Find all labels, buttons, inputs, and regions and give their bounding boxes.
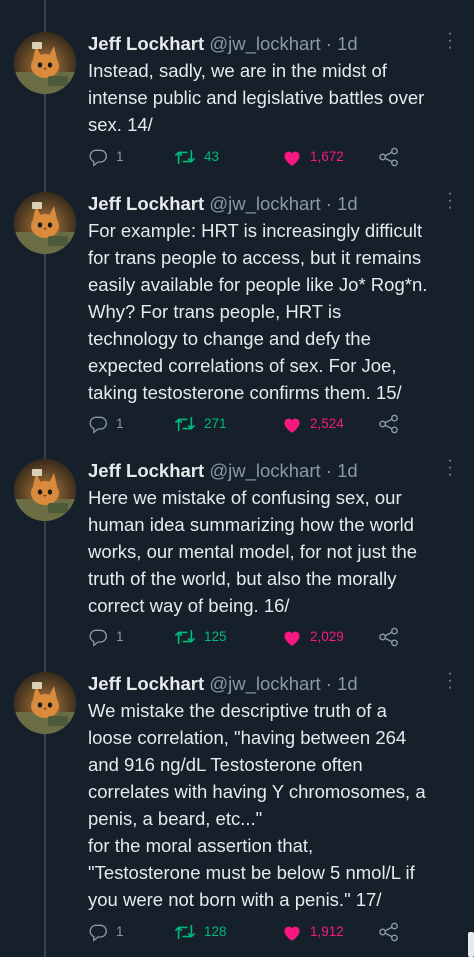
share-button[interactable] (378, 146, 400, 168)
retweet-button[interactable]: 271 (174, 413, 227, 435)
share-icon (378, 627, 400, 647)
retweet-count: 128 (204, 924, 227, 939)
tweet-text: For example: HRT is increasingly difficu… (88, 220, 428, 403)
retweet-button[interactable]: 43 (174, 146, 219, 168)
retweet-count: 271 (204, 416, 227, 431)
like-count: 1,912 (310, 924, 344, 939)
like-button[interactable]: 1,672 (282, 146, 344, 168)
heart-icon (282, 415, 302, 434)
scrollbar-thumb[interactable] (468, 932, 474, 957)
reply-button[interactable]: 1 (88, 146, 124, 168)
reply-count: 1 (116, 149, 124, 164)
more-vertical-icon[interactable]: · · · (442, 453, 458, 483)
tweet-timestamp[interactable]: 1d (337, 193, 358, 214)
like-count: 1,672 (310, 149, 344, 164)
author-name[interactable]: Jeff Lockhart (88, 193, 204, 214)
like-button[interactable]: 1,912 (282, 921, 344, 943)
like-count: 2,029 (310, 629, 344, 644)
avatar[interactable] (14, 459, 76, 521)
retweet-icon (174, 627, 196, 647)
tweet-text: Instead, sadly, we are in the midst of i… (88, 60, 425, 135)
share-button[interactable] (378, 413, 400, 435)
heart-icon (282, 923, 302, 942)
heart-icon (282, 628, 302, 647)
tweet-timestamp[interactable]: 1d (337, 33, 358, 54)
like-count: 2,524 (310, 416, 344, 431)
retweet-icon (174, 414, 196, 434)
more-vertical-icon[interactable]: · · · (442, 666, 458, 696)
share-icon (378, 922, 400, 942)
reply-icon (88, 627, 108, 647)
share-icon (378, 147, 400, 167)
like-button[interactable]: 2,029 (282, 626, 344, 648)
share-button[interactable] (378, 626, 400, 648)
tweet-header: Jeff Lockhart @jw_lockhart · 1d (88, 459, 358, 483)
retweet-button[interactable]: 125 (174, 626, 227, 648)
reply-count: 1 (116, 416, 124, 431)
tweet-timestamp[interactable]: 1d (337, 460, 358, 481)
reply-icon (88, 414, 108, 434)
header-separator: · (325, 460, 332, 481)
reply-count: 1 (116, 924, 124, 939)
tweet-header: Jeff Lockhart @jw_lockhart · 1d (88, 672, 358, 696)
reply-button[interactable]: 1 (88, 626, 124, 648)
share-icon (378, 414, 400, 434)
tweet-header: Jeff Lockhart @jw_lockhart · 1d (88, 192, 358, 216)
retweet-count: 43 (204, 149, 220, 164)
reply-count: 1 (116, 629, 124, 644)
thread-timeline: Jeff Lockhart @jw_lockhart · 1d · · · Inst… (0, 0, 474, 957)
tweet-timestamp[interactable]: 1d (337, 673, 358, 694)
retweet-button[interactable]: 128 (174, 921, 227, 943)
reply-icon (88, 922, 108, 942)
heart-icon (282, 148, 302, 167)
retweet-icon (174, 922, 196, 942)
more-vertical-icon[interactable]: · · · (442, 186, 458, 216)
tweet-actions: 1 128 1,912 (88, 921, 408, 943)
reply-icon (88, 147, 108, 167)
reply-button[interactable]: 1 (88, 413, 124, 435)
avatar[interactable] (14, 32, 76, 94)
author-name[interactable]: Jeff Lockhart (88, 460, 204, 481)
tweet-header: Jeff Lockhart @jw_lockhart · 1d (88, 32, 358, 56)
reply-button[interactable]: 1 (88, 921, 124, 943)
author-handle[interactable]: @jw_lockhart (209, 33, 320, 54)
like-button[interactable]: 2,524 (282, 413, 344, 435)
tweet-text: We mistake the descriptive truth of a lo… (88, 700, 426, 910)
avatar[interactable] (14, 192, 76, 254)
header-separator: · (325, 33, 332, 54)
author-handle[interactable]: @jw_lockhart (209, 460, 320, 481)
retweet-icon (174, 147, 196, 167)
author-handle[interactable]: @jw_lockhart (209, 673, 320, 694)
share-button[interactable] (378, 921, 400, 943)
more-vertical-icon[interactable]: · · · (442, 26, 458, 56)
author-name[interactable]: Jeff Lockhart (88, 673, 204, 694)
author-handle[interactable]: @jw_lockhart (209, 193, 320, 214)
author-name[interactable]: Jeff Lockhart (88, 33, 204, 54)
avatar[interactable] (14, 672, 76, 734)
retweet-count: 125 (204, 629, 227, 644)
tweet-text: Here we mistake of confusing sex, our hu… (88, 487, 418, 616)
header-separator: · (325, 673, 332, 694)
tweet-actions: 1 271 2,524 (88, 413, 408, 435)
tweet-actions: 1 125 2,029 (88, 626, 408, 648)
header-separator: · (325, 193, 332, 214)
tweet-actions: 1 43 1,672 (88, 146, 408, 168)
